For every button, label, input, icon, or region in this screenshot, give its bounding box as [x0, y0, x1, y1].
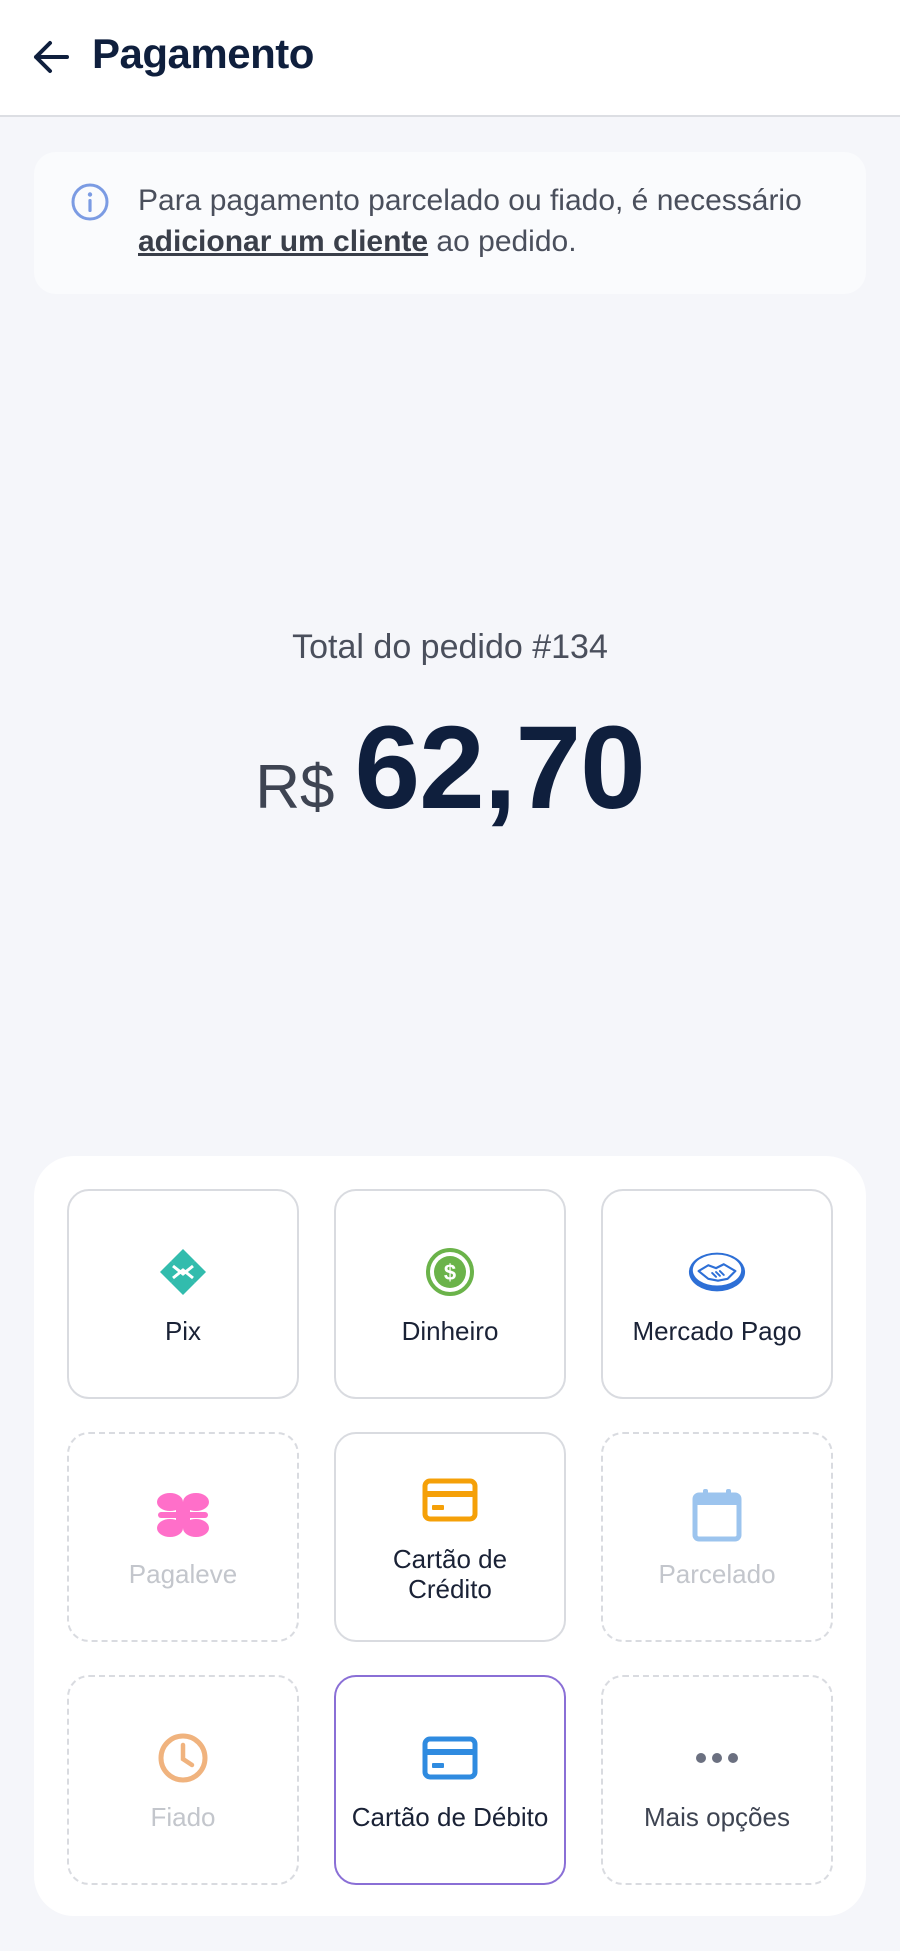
info-banner: Para pagamento parcelado ou fiado, é nec…: [34, 152, 866, 294]
info-message: Para pagamento parcelado ou fiado, é nec…: [138, 180, 858, 262]
method-mercado-pago[interactable]: Mercado Pago: [601, 1189, 833, 1399]
pix-icon: [160, 1249, 206, 1295]
method-dinheiro[interactable]: $ Dinheiro: [334, 1189, 566, 1399]
amount-value: 62,70: [354, 702, 645, 834]
info-text-before: Para pagamento parcelado ou fiado, é nec…: [138, 184, 802, 217]
top-app-bar: Pagamento: [0, 0, 900, 117]
handshake-icon: [688, 1252, 746, 1292]
info-text-after: ao pedido.: [428, 225, 577, 258]
method-parcelado[interactable]: Parcelado: [601, 1432, 833, 1642]
back-button[interactable]: [28, 34, 74, 80]
payment-methods-panel: Pix $ Dinheiro Mercado Pago Pagaleve Car…: [34, 1156, 866, 1916]
method-label: Pix: [164, 1316, 202, 1346]
arrow-left-icon: [34, 41, 69, 73]
method-label: Mercado Pago: [632, 1316, 802, 1346]
method-label: Mais opções: [644, 1802, 790, 1832]
credit-card-icon: [422, 1478, 478, 1522]
method-pix[interactable]: Pix: [67, 1189, 299, 1399]
method-pagaleve[interactable]: Pagaleve: [67, 1432, 299, 1642]
calendar-icon: [692, 1489, 742, 1542]
dollar-coin-icon: $: [426, 1248, 474, 1296]
method-label: Parcelado: [658, 1559, 776, 1589]
method-label: Fiado: [150, 1802, 216, 1832]
method-label: Pagaleve: [128, 1559, 238, 1589]
method-label: Dinheiro: [401, 1316, 499, 1346]
pagaleve-icon: [157, 1493, 209, 1537]
add-client-link[interactable]: adicionar um cliente: [138, 225, 428, 258]
method-fiado[interactable]: Fiado: [67, 1675, 299, 1885]
svg-text:$: $: [444, 1260, 456, 1285]
debit-card-icon: [422, 1736, 478, 1780]
method-cartao-credito[interactable]: Cartão de Crédito: [334, 1432, 566, 1642]
currency-symbol: R$: [255, 753, 335, 822]
page-title: Pagamento: [92, 30, 314, 77]
order-total-amount: R$ 62,70: [0, 700, 900, 836]
method-label: Cartão de Débito: [351, 1802, 549, 1832]
method-mais-opcoes[interactable]: Mais opções: [601, 1675, 833, 1885]
info-icon: [71, 183, 109, 221]
method-label: Cartão de Crédito: [392, 1544, 508, 1604]
method-cartao-debito[interactable]: Cartão de Débito: [334, 1675, 566, 1885]
clock-icon: [158, 1733, 208, 1783]
more-dots-icon: [696, 1753, 738, 1763]
order-total-label: Total do pedido #134: [292, 628, 608, 666]
